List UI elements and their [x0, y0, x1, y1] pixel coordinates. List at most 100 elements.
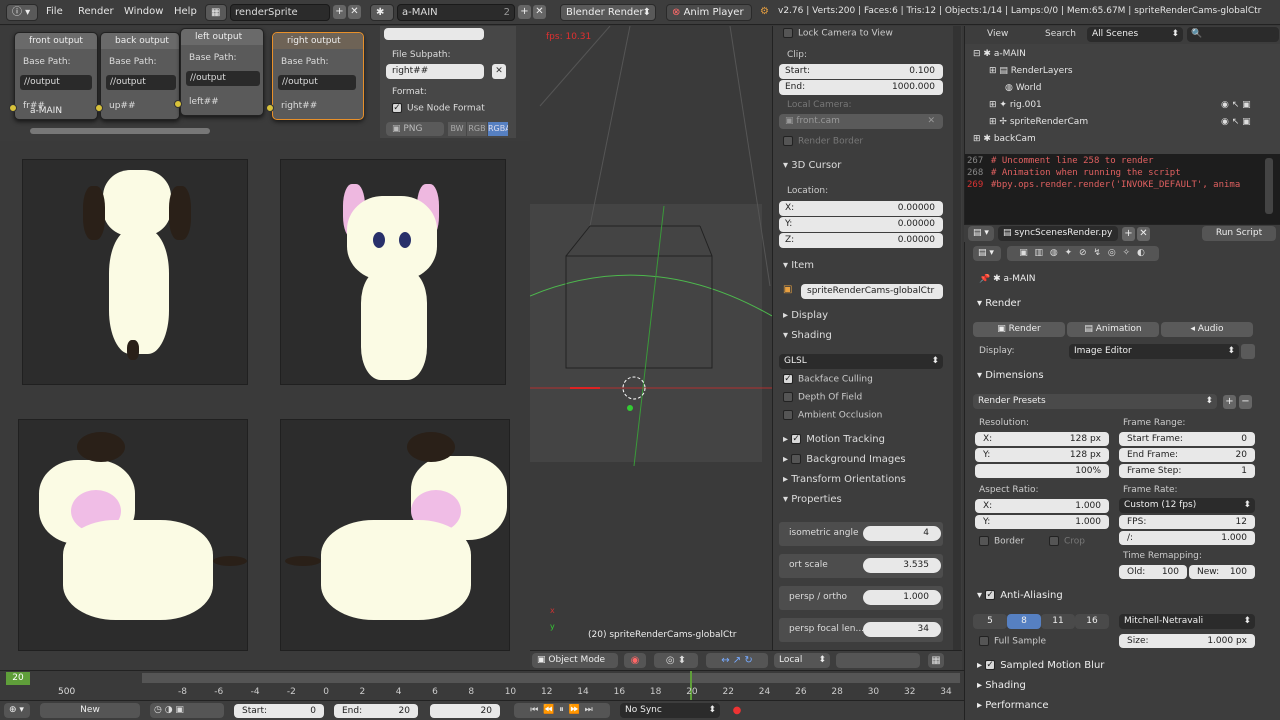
panel-scrollbar[interactable] — [953, 26, 961, 650]
timeline-scrollbar[interactable] — [142, 673, 960, 683]
time-remap-old-field[interactable]: Old: 100 — [1119, 565, 1187, 579]
node-editor[interactable]: front output Base Path: //output fr## ba… — [0, 26, 530, 141]
render-button[interactable]: ▣ Render — [973, 322, 1065, 337]
shading-panel-header[interactable]: ▸ Shading — [977, 680, 1026, 691]
viewport-shade-button[interactable]: ◉ — [624, 653, 646, 668]
aa-size-field[interactable]: Size: 1.000 px — [1119, 634, 1255, 648]
record-button[interactable]: ● — [730, 703, 744, 718]
checkbox[interactable]: ✓ — [783, 374, 793, 384]
prop-slider[interactable]: 34 — [863, 622, 941, 637]
layer-buttons[interactable] — [836, 653, 920, 668]
item-name-field[interactable]: spriteRenderCams-globalCtr — [801, 284, 943, 299]
checkbox[interactable] — [783, 410, 793, 420]
start-frame-field[interactable]: Start Frame: 0 — [1119, 432, 1255, 446]
display-select[interactable]: Image Editor ⬍ — [1069, 344, 1239, 359]
end-frame-field[interactable]: End: 20 — [334, 704, 418, 718]
checkbox[interactable]: ✓ — [791, 434, 802, 444]
outliner-row-scene[interactable]: ⊟ ✱ a-MAIN — [965, 46, 1280, 62]
visibility-eye-icon[interactable]: ◉ ↖ ▣ — [1221, 97, 1251, 113]
aspect-x-field[interactable]: X: 1.000 — [975, 499, 1109, 513]
text-editor[interactable]: 267 268 269 # Uncomment line 258 to rend… — [964, 154, 1280, 224]
outliner-search-field[interactable]: 🔍 — [1187, 27, 1279, 42]
3d-viewport[interactable]: fps: 10.31 x y (20) spriteRenderCams-glo… — [530, 26, 772, 650]
use-node-format-checkbox[interactable]: ✓ Use Node Format — [392, 103, 485, 114]
checkbox[interactable] — [979, 636, 989, 646]
close-icon[interactable]: ✕ — [927, 114, 935, 129]
audio-button[interactable]: ◂ Audio — [1161, 322, 1253, 337]
prop-slider[interactable]: 1.000 — [863, 590, 941, 605]
resolution-x-field[interactable]: X: 128 px — [975, 432, 1109, 446]
fps-base-field[interactable]: /: 1.000 — [1119, 531, 1255, 545]
lock-layers-button[interactable]: ▦ — [928, 653, 944, 668]
shading-mode-select[interactable]: GLSL ⬍ — [779, 354, 943, 369]
frame-rate-select[interactable]: Custom (12 fps) ⬍ — [1119, 498, 1255, 513]
timeline-editor-type[interactable]: ⊕ ▾ — [4, 703, 30, 718]
menu-render[interactable]: Render — [78, 6, 114, 17]
base-path-field[interactable]: //output — [186, 71, 260, 86]
node-socket[interactable] — [266, 104, 274, 112]
sprite-left-tile[interactable] — [18, 419, 248, 651]
node-left-output[interactable]: left output Base Path: //output left## — [180, 28, 264, 116]
path-field[interactable] — [384, 28, 484, 40]
node-back-output[interactable]: back output Base Path: //output up## — [100, 32, 180, 120]
full-sample-checkbox[interactable]: Full Sample — [979, 636, 1046, 647]
scene-browse-button[interactable]: ✱ — [370, 4, 394, 21]
render-engine-select[interactable]: Blender Render ⬍ — [560, 4, 656, 21]
resolution-y-field[interactable]: Y: 128 px — [975, 448, 1109, 462]
aa-filter-select[interactable]: Mitchell-Netravali ⬍ — [1119, 614, 1255, 629]
color-mode-rgba[interactable]: RGBA — [488, 122, 508, 136]
sync-mode-select[interactable]: No Sync ⬍ — [620, 703, 720, 718]
display-panel-header[interactable]: ▸ Display — [783, 310, 828, 321]
aa-samples-5[interactable]: 5 — [973, 614, 1007, 629]
time-remap-new-field[interactable]: New: 100 — [1189, 565, 1255, 579]
frame-step-field[interactable]: Frame Step: 1 — [1119, 464, 1255, 478]
context-tab-row[interactable]: ▣ ▥ ◍ ✦ ⊘ ↯ ◎ ✧ ◐ — [1007, 246, 1159, 261]
node-title[interactable]: front output — [15, 33, 97, 49]
local-camera-field[interactable]: ▣ front.cam ✕ — [779, 114, 943, 129]
add-screen-button[interactable]: + — [333, 5, 346, 19]
properties-editor-type[interactable]: ▤ ▾ — [973, 246, 1001, 261]
new-button[interactable]: New — [40, 703, 140, 718]
checkbox[interactable] — [979, 536, 989, 546]
checkbox[interactable] — [1049, 536, 1059, 546]
orientation-select[interactable]: Local ⬍ — [774, 653, 830, 668]
outliner-menu-search[interactable]: Search — [1045, 29, 1076, 39]
cursor-y-field[interactable]: Y: 0.00000 — [779, 217, 943, 232]
cursor-z-field[interactable]: Z: 0.00000 — [779, 233, 943, 248]
checkbox[interactable] — [783, 28, 793, 38]
start-frame-field[interactable]: Start: 0 — [234, 704, 324, 718]
motion-blur-panel-header[interactable]: ▸ ✓ Sampled Motion Blur — [977, 660, 1104, 671]
shading-panel-header[interactable]: ▾ Shading — [783, 330, 832, 341]
lock-camera-checkbox[interactable]: Lock Camera to View — [783, 28, 893, 39]
mode-select[interactable]: ▣ Object Mode — [532, 653, 618, 668]
menu-help[interactable]: Help — [174, 6, 197, 17]
node-right-output[interactable]: right output Base Path: //output right## — [272, 32, 364, 120]
sprite-right-tile[interactable] — [280, 159, 506, 385]
end-frame-field[interactable]: End Frame: 20 — [1119, 448, 1255, 462]
cursor-x-field[interactable]: X: 0.00000 — [779, 201, 943, 216]
editor-type-button[interactable]: ⓘ ▾ — [6, 4, 38, 21]
checkbox[interactable]: ✓ — [985, 660, 996, 670]
timeline[interactable]: 20 500 -8 -6 -4 -2 0 2 4 6 8 10 12 14 16 18 20 22 24 26 28… — [0, 670, 964, 701]
aa-samples-16[interactable]: 16 — [1075, 614, 1109, 629]
outliner-menu-view[interactable]: View — [987, 29, 1008, 39]
node-title[interactable]: right output — [273, 33, 363, 49]
pivot-select[interactable]: ◎ ⬍ — [654, 653, 698, 668]
performance-panel-header[interactable]: ▸ Performance — [977, 700, 1049, 711]
prop-slider[interactable]: 4 — [863, 526, 941, 541]
remove-input-button[interactable]: ✕ — [492, 64, 506, 79]
screen-name-field[interactable]: renderSprite — [230, 4, 330, 21]
outliner-row-spriterendercam[interactable]: ⊞ ✢ spriteRenderCam ◉ ↖ ▣ — [965, 114, 1280, 130]
visibility-eye-icon[interactable]: ◉ ↖ ▣ — [1221, 114, 1251, 130]
checkbox[interactable] — [783, 136, 793, 146]
fps-field[interactable]: FPS: 12 — [1119, 515, 1255, 529]
checkbox[interactable]: ✓ — [392, 103, 402, 113]
outliner-row-backcam[interactable]: ⊞ ✱ backCam — [965, 131, 1280, 147]
outliner-filter-select[interactable]: All Scenes ⬍ — [1087, 27, 1183, 42]
outliner-row-rig[interactable]: ⊞ ✦ rig.001 ◉ ↖ ▣ — [965, 97, 1280, 113]
prop-slider[interactable]: 3.535 — [863, 558, 941, 573]
properties-panel-header[interactable]: ▾ Properties — [783, 494, 842, 505]
anti-aliasing-panel-header[interactable]: ▾ ✓ Anti-Aliasing — [977, 590, 1063, 601]
node-title[interactable]: left output — [181, 29, 263, 45]
color-mode-rgb[interactable]: RGB — [467, 122, 487, 136]
